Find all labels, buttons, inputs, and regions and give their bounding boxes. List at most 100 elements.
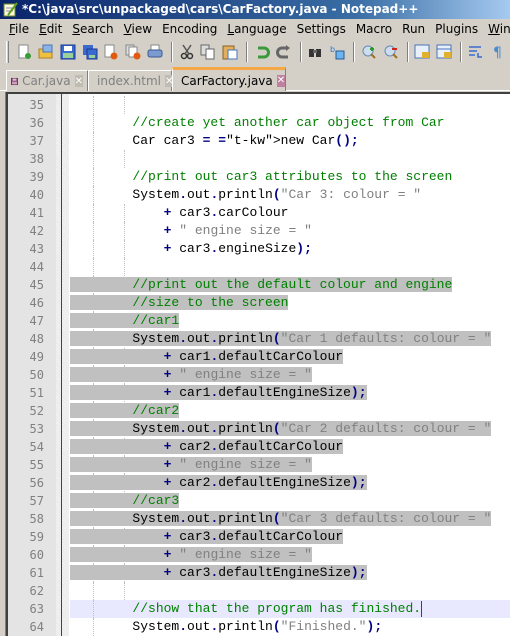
code-line[interactable]: 39 //print out car3 attributes to the sc… (8, 168, 510, 186)
tab-car-java[interactable]: Car.java ✕ (6, 70, 88, 91)
code-line[interactable]: 54 + car2.defaultCarColour (8, 438, 510, 456)
replace-button[interactable]: b (328, 42, 347, 62)
code-line[interactable]: 55 + " engine size = " (8, 456, 510, 474)
code-line[interactable]: 43 + car3.engineSize); (8, 240, 510, 258)
menu-edit[interactable]: Edit (34, 22, 67, 36)
copy-button[interactable] (199, 42, 218, 62)
paste-button[interactable] (221, 42, 240, 62)
code-line[interactable]: 52 //car2 (8, 402, 510, 420)
word-wrap-icon (468, 46, 482, 58)
menu-view[interactable]: View (119, 22, 157, 36)
tab-index-html[interactable]: index.html ✕ (88, 70, 174, 91)
word-wrap-button[interactable] (466, 42, 485, 62)
code-line[interactable]: 35 (8, 96, 510, 114)
menu-encoding[interactable]: Encoding (157, 22, 222, 36)
save-all-button[interactable] (80, 42, 99, 62)
replace-icon: b (330, 45, 345, 60)
code-line[interactable]: 40 System.out.println("Car 3: colour = " (8, 186, 510, 204)
code-line[interactable]: 63 //show that the program has finished. (8, 600, 510, 618)
code-line[interactable]: 49 + car1.defaultCarColour (8, 348, 510, 366)
tab-close-icon[interactable]: ✕ (74, 75, 83, 87)
file-saved-icon (11, 77, 19, 85)
code-text: //car3 (70, 492, 180, 510)
code-lines: 35 36 //create yet another car object fro… (8, 96, 510, 636)
code-text: //car2 (70, 402, 180, 420)
line-number: 47 (29, 314, 44, 328)
menu-label: Encoding (162, 22, 218, 36)
print-icon (147, 44, 163, 58)
toolbar-grip[interactable] (6, 41, 9, 63)
code-line[interactable]: 50 + " engine size = " (8, 366, 510, 384)
close-all-button[interactable] (124, 42, 143, 62)
code-line[interactable]: 45 //print out the default colour and en… (8, 276, 510, 294)
sync-horizontal-icon (436, 44, 452, 59)
code-line[interactable]: 37 Car car3 = ="t-kw">new Car(); (8, 132, 510, 150)
code-line[interactable]: 59 + car3.defaultCarColour (8, 528, 510, 546)
open-file-button[interactable] (37, 42, 56, 62)
code-line[interactable]: 48 System.out.println("Car 1 defaults: c… (8, 330, 510, 348)
code-line[interactable]: 47 //car1 (8, 312, 510, 330)
line-number: 50 (29, 368, 44, 382)
menu-settings[interactable]: Settings (292, 22, 351, 36)
code-line[interactable]: 51 + car1.defaultEngineSize); (8, 384, 510, 402)
print-button[interactable] (145, 42, 164, 62)
find-button[interactable] (306, 42, 325, 62)
line-number: 49 (29, 350, 44, 364)
window-title: *C:\java\src\unpackaged\cars\CarFactory.… (22, 2, 419, 16)
sync-vertical-button[interactable] (413, 42, 432, 62)
menu-label: iew (131, 22, 153, 36)
menu-macro[interactable]: Macro (351, 22, 397, 36)
menu-plugins[interactable]: Plugins (430, 22, 483, 36)
menu-window[interactable]: Window (483, 22, 510, 36)
zoom-in-button[interactable] (359, 42, 378, 62)
new-file-button[interactable] (15, 42, 34, 62)
code-line[interactable]: 56 + car2.defaultEngineSize); (8, 474, 510, 492)
undo-button[interactable] (252, 42, 271, 62)
code-line[interactable]: 58 System.out.println("Car 3 defaults: c… (8, 510, 510, 528)
code-line[interactable]: 64 System.out.println("Finished."); (8, 618, 510, 636)
line-number: 55 (29, 458, 44, 472)
line-number: 54 (29, 440, 44, 454)
menu-accelerator: W (488, 22, 500, 36)
redo-button[interactable] (274, 42, 293, 62)
menu-file[interactable]: File (4, 22, 34, 36)
code-text: //show that the program has finished. (132, 600, 423, 617)
close-button[interactable] (102, 42, 121, 62)
code-line[interactable]: 53 System.out.println("Car 2 defaults: c… (8, 420, 510, 438)
code-line[interactable]: 61 + car3.defaultEngineSize); (8, 564, 510, 582)
tab-carfactory-java[interactable]: CarFactory.java ✕ (172, 67, 286, 91)
code-text: + car3.carColour (163, 205, 289, 220)
code-line[interactable]: 36 //create yet another car object from … (8, 114, 510, 132)
menu-run[interactable]: Run (397, 22, 430, 36)
code-line[interactable]: 62 (8, 582, 510, 600)
code-line[interactable]: 38 (8, 150, 510, 168)
code-line[interactable]: 42 + " engine size = " (8, 222, 510, 240)
cut-button[interactable] (177, 42, 196, 62)
code-editor[interactable]: 35 36 //create yet another car object fro… (6, 92, 510, 636)
menu-language[interactable]: Language (222, 22, 291, 36)
code-line[interactable]: 60 + " engine size = " (8, 546, 510, 564)
indent-guide (124, 150, 126, 168)
sync-horizontal-button[interactable] (435, 42, 454, 62)
code-line[interactable]: 41 + car3.carColour (8, 204, 510, 222)
menu-accelerator: S (72, 22, 80, 36)
new-file-icon (18, 44, 32, 59)
code-line[interactable]: 44 (8, 258, 510, 276)
code-line[interactable]: 46 //size to the screen (8, 294, 510, 312)
line-number: 43 (29, 242, 44, 256)
code-line[interactable]: 57 //car3 (8, 492, 510, 510)
menu-label: dit (46, 22, 63, 36)
open-file-icon (38, 44, 53, 59)
close-all-icon (125, 44, 141, 60)
line-number: 52 (29, 404, 44, 418)
code-text: //print out the default colour and engin… (70, 276, 453, 294)
code-text: System.out.println("Car 3: colour = " (70, 187, 422, 202)
code-text: + car1.defaultCarColour (70, 348, 344, 366)
show-symbols-button[interactable]: ¶ (488, 42, 507, 62)
text-caret (421, 600, 423, 617)
notepad-plus-plus-icon (3, 2, 18, 17)
save-button[interactable] (58, 42, 77, 62)
zoom-out-button[interactable] (381, 42, 400, 62)
menu-search[interactable]: Search (67, 22, 118, 36)
tab-close-icon[interactable]: ✕ (276, 74, 286, 87)
